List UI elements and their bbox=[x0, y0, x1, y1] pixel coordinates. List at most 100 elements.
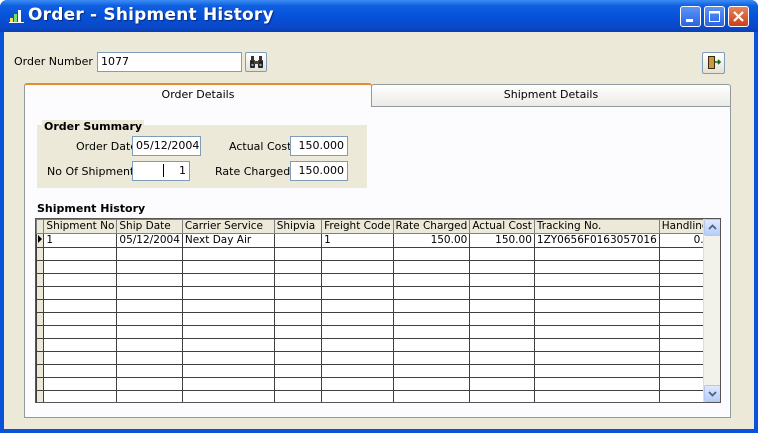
grid-cell[interactable] bbox=[116, 351, 183, 365]
grid-cell[interactable] bbox=[116, 390, 183, 402]
grid-cell[interactable] bbox=[43, 338, 118, 352]
cell-shipvia[interactable] bbox=[273, 233, 323, 248]
grid-cell[interactable] bbox=[392, 325, 471, 339]
grid-cell[interactable] bbox=[469, 325, 535, 339]
grid-cell[interactable] bbox=[116, 338, 183, 352]
table-row-empty[interactable] bbox=[36, 247, 720, 261]
grid-cell[interactable] bbox=[181, 377, 275, 391]
row-selector[interactable] bbox=[36, 286, 45, 300]
grid-cell[interactable] bbox=[533, 325, 660, 339]
grid-cell[interactable] bbox=[43, 273, 118, 287]
grid-cell[interactable] bbox=[181, 247, 275, 261]
scroll-down-button[interactable] bbox=[704, 385, 720, 402]
grid-cell[interactable] bbox=[116, 364, 183, 378]
grid-cell[interactable] bbox=[273, 325, 323, 339]
title-bar[interactable]: Order - Shipment History bbox=[0, 0, 758, 32]
grid-cell[interactable] bbox=[469, 390, 535, 402]
grid-cell[interactable] bbox=[392, 299, 471, 313]
grid-cell[interactable] bbox=[181, 351, 275, 365]
order-date-field[interactable]: 05/12/2004 bbox=[132, 136, 201, 156]
row-selector[interactable] bbox=[36, 299, 45, 313]
grid-cell[interactable] bbox=[181, 325, 275, 339]
col-header-actual-cost[interactable]: Actual Cost bbox=[469, 219, 535, 234]
grid-cell[interactable] bbox=[392, 286, 471, 300]
grid-cell[interactable] bbox=[273, 260, 323, 274]
grid-cell[interactable] bbox=[533, 312, 660, 326]
cell-tracking-no[interactable]: 1ZY0656F0163057016 bbox=[533, 233, 660, 248]
grid-cell[interactable] bbox=[43, 247, 118, 261]
minimize-button[interactable] bbox=[680, 6, 701, 27]
grid-cell[interactable] bbox=[469, 312, 535, 326]
row-selector[interactable] bbox=[36, 312, 45, 326]
grid-cell[interactable] bbox=[273, 364, 323, 378]
grid-cell[interactable] bbox=[181, 286, 275, 300]
grid-cell[interactable] bbox=[392, 312, 471, 326]
col-header-shipvia[interactable]: Shipvia bbox=[273, 219, 323, 234]
grid-cell[interactable] bbox=[533, 299, 660, 313]
grid-cell[interactable] bbox=[116, 299, 183, 313]
grid-cell[interactable] bbox=[273, 299, 323, 313]
grid-cell[interactable] bbox=[181, 312, 275, 326]
grid-cell[interactable] bbox=[469, 299, 535, 313]
grid-cell[interactable] bbox=[181, 364, 275, 378]
close-button[interactable] bbox=[728, 6, 749, 27]
grid-cell[interactable] bbox=[533, 377, 660, 391]
grid-cell[interactable] bbox=[273, 338, 323, 352]
grid-cell[interactable] bbox=[116, 377, 183, 391]
grid-cell[interactable] bbox=[181, 299, 275, 313]
no-of-shipments-field[interactable]: 1 bbox=[132, 161, 190, 181]
grid-cell[interactable] bbox=[181, 260, 275, 274]
grid-cell[interactable] bbox=[116, 273, 183, 287]
table-row-empty[interactable] bbox=[36, 377, 720, 391]
col-header-freight-code[interactable]: Freight Code bbox=[321, 219, 394, 234]
exit-button[interactable] bbox=[702, 52, 725, 74]
cell-freight-code[interactable]: 1 bbox=[321, 233, 394, 248]
grid-cell[interactable] bbox=[533, 364, 660, 378]
grid-cell[interactable] bbox=[273, 351, 323, 365]
grid-vertical-scrollbar[interactable] bbox=[703, 219, 720, 402]
table-row[interactable]: 1 05/12/2004 Next Day Air 1 150.00 150.0… bbox=[36, 233, 720, 248]
grid-cell[interactable] bbox=[43, 299, 118, 313]
table-row-empty[interactable] bbox=[36, 299, 720, 313]
cell-carrier-service[interactable]: Next Day Air bbox=[181, 233, 275, 248]
cell-ship-date[interactable]: 05/12/2004 bbox=[116, 233, 183, 248]
grid-cell[interactable] bbox=[392, 273, 471, 287]
grid-cell[interactable] bbox=[273, 312, 323, 326]
grid-cell[interactable] bbox=[43, 286, 118, 300]
grid-cell[interactable] bbox=[43, 377, 118, 391]
grid-cell[interactable] bbox=[181, 390, 275, 402]
grid-cell[interactable] bbox=[321, 312, 394, 326]
grid-cell[interactable] bbox=[273, 390, 323, 402]
grid-cell[interactable] bbox=[533, 286, 660, 300]
row-selector[interactable] bbox=[36, 247, 45, 261]
grid-cell[interactable] bbox=[321, 260, 394, 274]
grid-cell[interactable] bbox=[392, 390, 471, 402]
table-row-empty[interactable] bbox=[36, 260, 720, 274]
grid-cell[interactable] bbox=[533, 338, 660, 352]
maximize-button[interactable] bbox=[704, 6, 725, 27]
grid-cell[interactable] bbox=[321, 299, 394, 313]
tab-order-details[interactable]: Order Details bbox=[24, 83, 372, 107]
grid-cell[interactable] bbox=[469, 351, 535, 365]
table-row-empty[interactable] bbox=[36, 273, 720, 287]
grid-cell[interactable] bbox=[181, 273, 275, 287]
grid-cell[interactable] bbox=[321, 273, 394, 287]
tab-shipment-details[interactable]: Shipment Details bbox=[371, 84, 731, 106]
grid-cell[interactable] bbox=[392, 247, 471, 261]
grid-cell[interactable] bbox=[43, 312, 118, 326]
col-header-tracking-no[interactable]: Tracking No. bbox=[533, 219, 660, 234]
order-number-input[interactable]: 1077 bbox=[97, 52, 242, 72]
grid-cell[interactable] bbox=[321, 325, 394, 339]
table-row-empty[interactable] bbox=[36, 351, 720, 365]
shipment-history-grid[interactable]: Shipment No Ship Date Carrier Service Sh… bbox=[35, 218, 721, 403]
grid-cell[interactable] bbox=[321, 377, 394, 391]
grid-cell[interactable] bbox=[273, 377, 323, 391]
row-selector[interactable] bbox=[36, 351, 45, 365]
grid-cell[interactable] bbox=[273, 273, 323, 287]
grid-cell[interactable] bbox=[116, 260, 183, 274]
grid-cell[interactable] bbox=[533, 260, 660, 274]
grid-cell[interactable] bbox=[43, 390, 118, 402]
grid-cell[interactable] bbox=[469, 338, 535, 352]
row-selector[interactable] bbox=[36, 364, 45, 378]
col-header-carrier-service[interactable]: Carrier Service bbox=[181, 219, 275, 234]
